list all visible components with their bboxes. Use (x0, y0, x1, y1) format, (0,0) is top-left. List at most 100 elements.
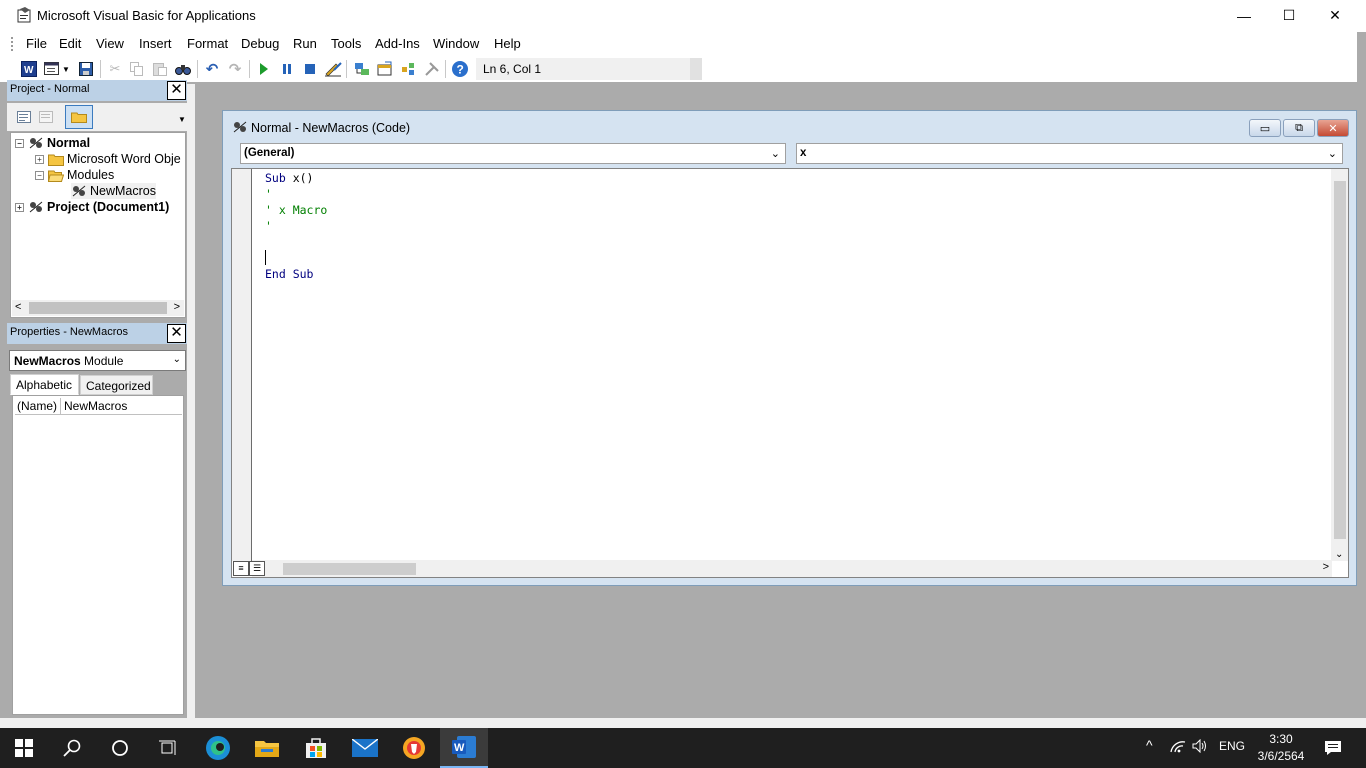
scrollbar-thumb[interactable] (29, 302, 167, 314)
volume-button[interactable] (1192, 738, 1208, 756)
view-object-button[interactable] (36, 107, 56, 127)
procedure-combo[interactable]: x ⌄ (796, 143, 1343, 164)
scrollbar-thumb[interactable] (283, 563, 416, 575)
taskbar-word[interactable]: W (440, 728, 488, 768)
tab-alphabetic[interactable]: Alphabetic (10, 374, 79, 395)
input-language-button[interactable]: ENG (1219, 739, 1245, 753)
break-button[interactable] (278, 60, 296, 78)
menu-run[interactable]: Run (293, 36, 317, 51)
tree-item-normal[interactable]: − Normal (15, 135, 90, 151)
code-editor[interactable]: Sub x() ' ' x Macro ' End Sub ⌄ < > ≡ ☰ (231, 168, 1349, 578)
copy-button[interactable] (128, 60, 146, 78)
run-button[interactable] (255, 60, 273, 78)
menu-format[interactable]: Format (187, 36, 228, 51)
redo-button[interactable]: ↷ (226, 60, 244, 78)
tree-item-modules[interactable]: − Modules (35, 167, 114, 183)
undo-button[interactable]: ↶ (203, 60, 221, 78)
save-button[interactable] (77, 60, 95, 78)
chevron-right-icon[interactable]: > (1323, 561, 1329, 573)
code-window-close-button[interactable]: ✕ (1317, 119, 1349, 137)
view-code-button[interactable] (14, 107, 34, 127)
collapse-icon[interactable]: − (15, 138, 24, 148)
code-vertical-scrollbar[interactable]: ⌄ (1331, 169, 1348, 561)
properties-grid: (Name) NewMacros (12, 395, 184, 715)
menu-window[interactable]: Window (433, 36, 479, 51)
properties-window-button[interactable] (376, 60, 394, 78)
toggle-folders-button[interactable] (65, 105, 93, 129)
project-pane-close-button[interactable]: ✕ (167, 81, 186, 100)
reset-button[interactable] (301, 60, 319, 78)
chevron-down-icon[interactable]: ⌄ (1335, 549, 1343, 560)
collapse-icon[interactable]: − (35, 170, 44, 180)
scrollbar-thumb[interactable] (1334, 181, 1346, 539)
tree-item-newmacros[interactable]: NewMacros (71, 183, 156, 199)
clock-button[interactable]: 3:30 3/6/2564 (1251, 731, 1311, 765)
code-line-1[interactable]: Sub x() (265, 171, 313, 185)
taskbar-mail[interactable] (341, 728, 389, 768)
taskbar-edge[interactable] (194, 728, 242, 768)
chevron-left-icon[interactable]: < (15, 301, 21, 313)
object-browser-button[interactable] (399, 60, 417, 78)
tab-categorized[interactable]: Categorized (80, 375, 153, 395)
chevron-right-icon[interactable]: > (174, 301, 180, 313)
menu-help[interactable]: Help (494, 36, 521, 51)
menu-insert[interactable]: Insert (139, 36, 172, 51)
object-combo[interactable]: (General) ⌄ (240, 143, 786, 164)
pane-splitter[interactable] (187, 84, 195, 718)
code-margin-indicator-bar[interactable] (232, 169, 252, 561)
code-line-3[interactable]: ' x Macro (265, 203, 327, 217)
code-horizontal-scrollbar[interactable]: < > (252, 560, 1332, 577)
menu-tools[interactable]: Tools (331, 36, 361, 51)
menu-edit[interactable]: Edit (59, 36, 81, 51)
show-hidden-icons-button[interactable]: ^ (1146, 737, 1153, 753)
insert-module-button[interactable] (43, 60, 61, 78)
project-tree-horizontal-scrollbar[interactable]: < > (12, 300, 184, 316)
open-folder-icon (48, 169, 64, 182)
paste-icon (153, 63, 167, 76)
menu-add-ins[interactable]: Add-Ins (375, 36, 420, 51)
help-button[interactable]: ? (451, 60, 469, 78)
start-button[interactable] (0, 728, 48, 768)
code-line-4[interactable]: ' (265, 219, 272, 233)
code-window-restore-button[interactable]: ⧉ (1283, 119, 1315, 137)
insert-dropdown[interactable]: ▼ (61, 60, 71, 78)
paste-button[interactable] (151, 60, 169, 78)
properties-pane-close-button[interactable]: ✕ (167, 324, 186, 343)
close-button[interactable]: ✕ (1312, 0, 1358, 31)
minimize-button[interactable]: — (1221, 0, 1267, 31)
project-explorer-button[interactable] (353, 60, 371, 78)
menu-view[interactable]: View (96, 36, 124, 51)
search-button[interactable] (48, 728, 96, 768)
menu-debug[interactable]: Debug (241, 36, 279, 51)
tree-item-microsoft-word-objects[interactable]: + Microsoft Word Obje (35, 151, 181, 167)
view-word-button[interactable]: W (20, 60, 38, 78)
menu-file[interactable]: File (26, 36, 47, 51)
cut-button[interactable]: ✂ (106, 60, 124, 78)
toolbox-button[interactable] (423, 60, 441, 78)
cortana-button[interactable] (96, 728, 144, 768)
properties-object-select[interactable]: NewMacros Module ⌄ (9, 350, 186, 371)
expand-icon[interactable]: + (35, 154, 44, 164)
code-line-2[interactable]: ' (265, 187, 272, 201)
property-row[interactable]: (Name) NewMacros (15, 398, 182, 415)
find-button[interactable] (174, 60, 192, 78)
toolbar-options-button[interactable] (690, 58, 702, 80)
task-view-button[interactable] (144, 728, 192, 768)
code-line-6[interactable]: End Sub (265, 267, 313, 281)
code-window-minimize-button[interactable]: ▭ (1249, 119, 1281, 137)
expand-icon[interactable]: + (15, 202, 24, 212)
taskbar-file-explorer[interactable] (243, 728, 291, 768)
taskbar-microsoft-store[interactable] (292, 728, 340, 768)
property-value[interactable]: NewMacros (61, 398, 130, 414)
full-module-view-button[interactable]: ☰ (249, 561, 265, 576)
tree-item-project-document1[interactable]: + Project (Document1) (15, 199, 169, 215)
menubar-grip[interactable] (11, 37, 14, 51)
project-toolbar-options[interactable]: ▼ (177, 109, 187, 129)
design-mode-button[interactable] (324, 60, 342, 78)
action-center-button[interactable] (1310, 728, 1356, 768)
clock-date: 3/6/2564 (1257, 749, 1305, 763)
procedure-view-button[interactable]: ≡ (233, 561, 249, 576)
taskbar-brave[interactable] (390, 728, 438, 768)
maximize-button[interactable]: ☐ (1266, 0, 1312, 31)
network-button[interactable] (1170, 739, 1186, 756)
